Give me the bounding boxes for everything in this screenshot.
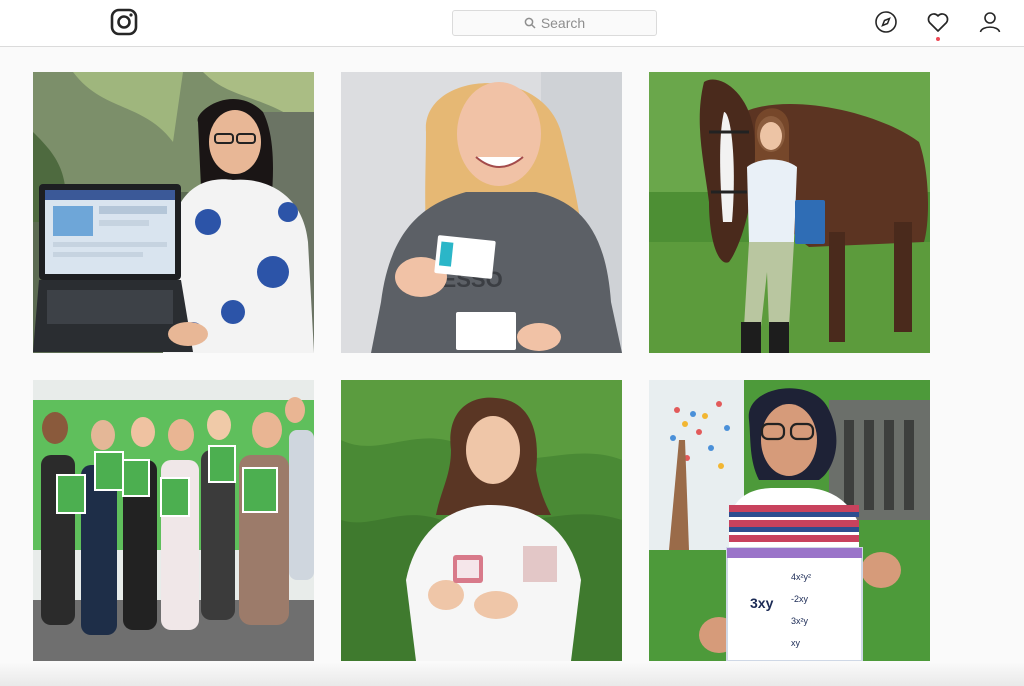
post-photo-girl-holding-card: [341, 380, 622, 661]
search-placeholder: Search: [540, 15, 586, 31]
post-photo-woman-with-laptop: [33, 72, 314, 353]
top-navigation-bar: Search: [0, 0, 1024, 47]
worksheet-row: 4x²y²: [791, 572, 811, 582]
post-thumbnail[interactable]: PRESSO: [341, 72, 622, 353]
post-thumbnail[interactable]: [649, 72, 930, 353]
post-photo-rider-with-horse: [649, 72, 930, 353]
worksheet-row: 3x²y: [791, 616, 809, 626]
worksheet-row: xy: [791, 638, 801, 648]
post-thumbnail[interactable]: [341, 380, 622, 661]
post-photo-group-holding-flyers: [33, 380, 314, 661]
search-input[interactable]: Search: [452, 10, 657, 36]
post-photo-woman-holding-cards: PRESSO: [341, 72, 622, 353]
compass-icon[interactable]: [874, 10, 898, 34]
worksheet-heading: 3xy: [750, 595, 774, 611]
post-thumbnail[interactable]: [33, 72, 314, 353]
post-photo-woman-holding-worksheet: 3xy 4x²y² -2xy 3x²y xy: [649, 380, 930, 661]
magnifier-icon: [524, 17, 536, 29]
notification-dot: [936, 37, 940, 41]
post-thumbnail[interactable]: 3xy 4x²y² -2xy 3x²y xy: [649, 380, 930, 661]
worksheet-row: -2xy: [791, 594, 809, 604]
post-thumbnail[interactable]: [33, 380, 314, 661]
person-icon[interactable]: [978, 10, 1002, 34]
window-bottom-edge: [0, 662, 1024, 686]
heart-icon[interactable]: [926, 10, 950, 34]
instagram-camera-icon[interactable]: [110, 8, 138, 36]
